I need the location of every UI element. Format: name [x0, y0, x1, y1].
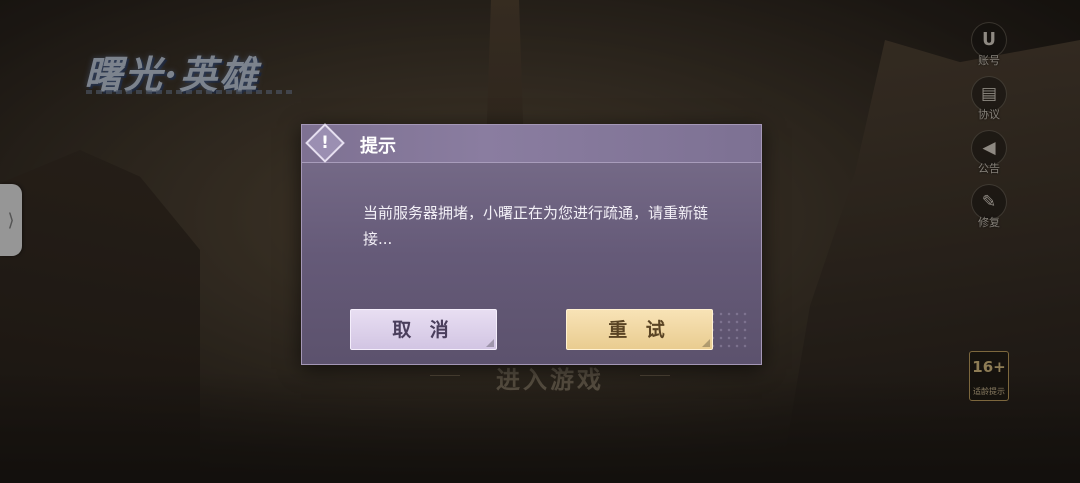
retry-button[interactable]: 重 试 — [566, 309, 713, 350]
alert-dialog: ! 提示 当前服务器拥堵，小曙正在为您进行疏通，请重新链接... 取 消 重 试 — [301, 123, 762, 365]
dialog-header: ! 提示 — [302, 123, 761, 163]
warning-icon: ! — [321, 133, 329, 153]
cancel-button[interactable]: 取 消 — [350, 309, 497, 350]
dialog-message: 当前服务器拥堵，小曙正在为您进行疏通，请重新链接... — [363, 204, 709, 248]
dialog-title: 提示 — [360, 136, 396, 157]
